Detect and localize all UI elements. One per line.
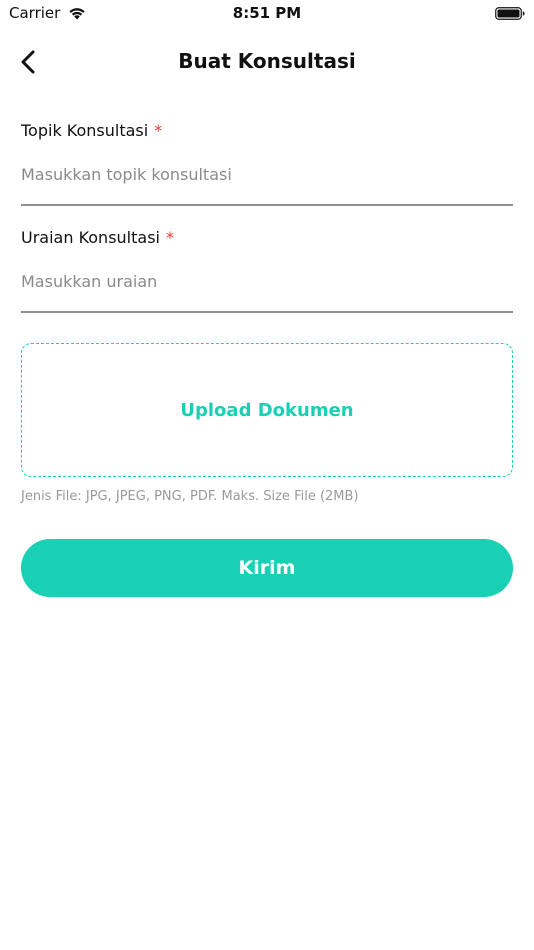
submit-label: Kirim [238, 557, 296, 579]
topic-label: Topik Konsultasi [21, 121, 149, 140]
required-mark: * [154, 121, 163, 140]
description-field: Uraian Konsultasi * [21, 227, 513, 313]
nav-bar: Buat Konsultasi [0, 40, 534, 84]
topic-field: Topik Konsultasi * [21, 120, 513, 206]
battery-icon [495, 7, 525, 20]
description-label-row: Uraian Konsultasi * [21, 227, 513, 249]
status-bar: Carrier 8:51 PM [0, 0, 534, 28]
description-underline [21, 311, 513, 313]
page-title: Buat Konsultasi [178, 49, 356, 73]
topic-underline [21, 204, 513, 206]
upload-document-button[interactable]: Upload Dokumen [21, 343, 513, 477]
topic-input[interactable] [21, 162, 513, 186]
upload-label: Upload Dokumen [180, 399, 354, 421]
submit-button[interactable]: Kirim [21, 539, 513, 597]
description-label: Uraian Konsultasi [21, 228, 160, 247]
description-input[interactable] [21, 269, 513, 293]
status-time: 8:51 PM [232, 4, 302, 22]
topic-label-row: Topik Konsultasi * [21, 120, 513, 142]
file-type-hint: Jenis File: JPG, JPEG, PNG, PDF. Maks. S… [21, 489, 359, 504]
required-mark: * [165, 228, 174, 247]
